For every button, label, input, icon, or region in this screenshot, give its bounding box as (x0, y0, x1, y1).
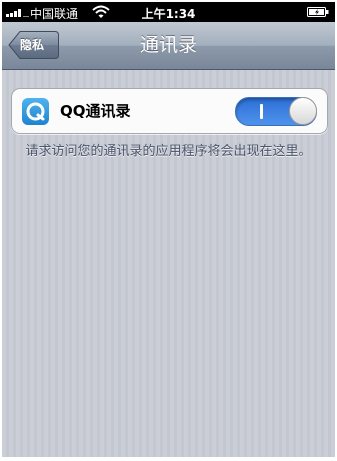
battery-icon (307, 7, 329, 17)
toggle-on-indicator (260, 104, 263, 119)
toggle-knob[interactable] (289, 97, 317, 125)
status-bar: 中国联通 上午1:34 (2, 2, 335, 22)
phone-screen: 中国联通 上午1:34 隐私 通讯录 QQ通讯录 请求访问您的通讯录的应用程序将… (2, 2, 335, 457)
status-time: 上午1:34 (141, 7, 196, 21)
navigation-bar: 隐私 通讯录 (2, 22, 335, 70)
row-label-qq-contacts: QQ通讯录 (60, 102, 131, 120)
page-title: 通讯录 (139, 34, 197, 56)
settings-group: QQ通讯录 (11, 88, 328, 134)
group-footnote: 请求访问您的通讯录的应用程序将会出现在这里。 (25, 144, 312, 159)
qq-contacts-app-icon (22, 98, 49, 125)
qq-contacts-toggle[interactable] (235, 97, 317, 126)
